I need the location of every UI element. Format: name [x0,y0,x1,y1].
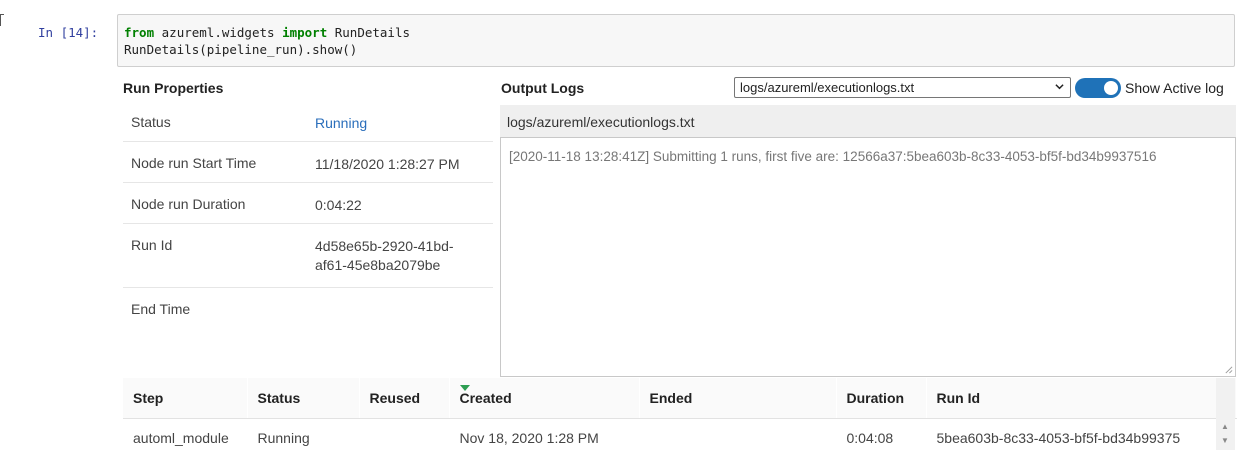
module-name: azureml.widgets [162,25,275,40]
column-header-ended[interactable]: Ended [639,378,836,419]
prop-label: Run Id [131,237,172,253]
table-header-row: Step Status Reused Created Ended Duratio… [123,378,1236,419]
code-line-1: from azureml.widgets import RunDetails [124,24,1228,41]
selected-log-value: logs/azureml/executionlogs.txt [740,80,914,95]
prop-row-run-id: Run Id 4d58e65b-2920-41bd-af61-45e8ba207… [123,224,493,288]
run-properties-title: Run Properties [123,80,223,96]
column-header-status[interactable]: Status [247,378,359,419]
prop-label: Node run Start Time [131,155,256,171]
sort-desc-icon [460,385,470,391]
chevron-down-icon [1055,82,1064,91]
scroll-down-icon[interactable]: ▼ [1221,436,1229,445]
prop-label: Node run Duration [131,196,245,212]
cell-bracket [0,14,6,30]
resize-handle-icon[interactable] [1224,365,1233,374]
toggle-knob [1104,81,1118,95]
cell-step: automl_module [123,419,247,457]
column-header-created[interactable]: Created [449,378,639,419]
prop-row-duration: Node run Duration 0:04:22 [123,183,493,224]
cell-run-id: 5bea603b-8c33-4053-bf5f-bd34b99375 [926,419,1236,457]
cell-duration: 0:04:08 [836,419,926,457]
status-link[interactable]: Running [315,114,485,133]
prop-value: 0:04:22 [315,196,485,215]
table-scrollbar[interactable]: ▲ ▼ [1216,378,1235,450]
steps-table: Step Status Reused Created Ended Duratio… [123,378,1237,457]
show-active-log-toggle[interactable] [1075,78,1121,98]
cell-prompt: In [14]: [38,25,116,40]
import-name: RunDetails [335,25,410,40]
prop-row-start-time: Node run Start Time 11/18/2020 1:28:27 P… [123,142,493,183]
cell-reused [359,419,449,457]
keyword-import: import [282,25,327,40]
cell-status-link[interactable]: Running [247,419,359,457]
log-textarea[interactable]: [2020-11-18 13:28:41Z] Submitting 1 runs… [500,137,1236,377]
prop-value: 4d58e65b-2920-41bd-af61-45e8ba2079be [315,237,480,275]
log-file-select[interactable]: logs/azureml/executionlogs.txt [734,77,1071,98]
show-active-log-label: Show Active log [1125,80,1224,96]
keyword-from: from [124,25,154,40]
prop-label: Status [131,114,171,130]
column-header-step[interactable]: Step [123,378,247,419]
log-content: [2020-11-18 13:28:41Z] Submitting 1 runs… [509,149,1156,164]
table-row[interactable]: automl_module Running Nov 18, 2020 1:28 … [123,419,1236,457]
code-line-2: RunDetails(pipeline_run).show() [124,41,1228,58]
cell-created: Nov 18, 2020 1:28 PM [449,419,639,457]
prop-value: 11/18/2020 1:28:27 PM [315,155,485,174]
log-header: logs/azureml/executionlogs.txt [500,105,1236,137]
column-header-run-id[interactable]: Run Id [926,378,1236,419]
prop-row-status: Status Running [123,101,493,142]
prop-label: End Time [131,301,190,317]
prop-row-end-time: End Time [123,288,493,376]
output-logs-title: Output Logs [501,80,584,96]
cell-ended [639,419,836,457]
scroll-up-icon[interactable]: ▲ [1221,422,1229,431]
code-cell-editor[interactable]: from azureml.widgets import RunDetails R… [117,14,1235,67]
column-header-duration[interactable]: Duration [836,378,926,419]
column-header-reused[interactable]: Reused [359,378,449,419]
